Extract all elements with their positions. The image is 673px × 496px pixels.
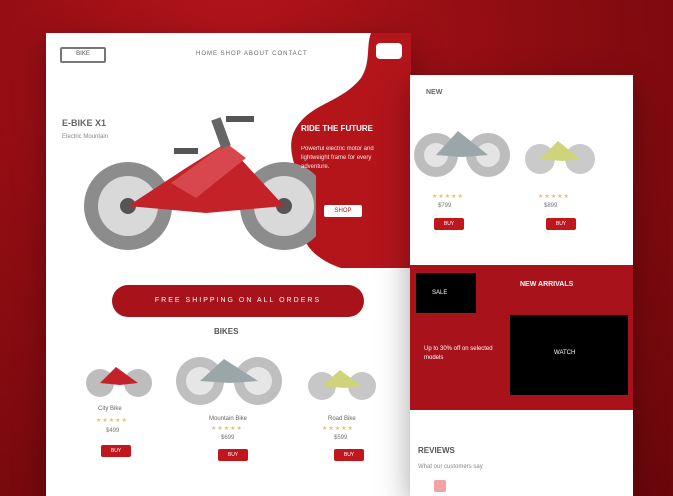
promo-banner[interactable]: FREE SHIPPING ON ALL ORDERS — [112, 285, 364, 317]
rating-stars: ★★★★★ — [96, 418, 128, 424]
promo-dark-label: SALE — [432, 290, 448, 296]
hero-title: RIDE THE FUTURE — [301, 124, 373, 133]
hero-bike-image — [84, 116, 316, 250]
presentation-background: BIKE HOME SHOP ABOUT CONTACT E-BIKE X1 E… — [0, 0, 673, 496]
buy-button[interactable]: BUY — [334, 449, 364, 461]
rating-stars: ★★★★★ — [211, 426, 243, 432]
rating-stars: ★★★★★ — [322, 426, 354, 432]
side-section-title: NEW — [426, 89, 443, 96]
product-price: $499 — [106, 428, 120, 434]
main-page-mockup: BIKE HOME SHOP ABOUT CONTACT E-BIKE X1 E… — [46, 33, 411, 496]
bottom-section-desc: What our customers say — [418, 464, 483, 470]
promo-heading: NEW ARRIVALS — [520, 281, 574, 288]
promo-dark-tile[interactable]: SALE — [416, 273, 476, 313]
promo-banner-text: FREE SHIPPING ON ALL ORDERS — [154, 297, 322, 304]
promo-text: Up to 30% off on selected models — [424, 346, 493, 361]
product-name[interactable]: Road Bike — [328, 415, 356, 423]
product-price: $599 — [334, 435, 348, 441]
buy-button[interactable]: BUY — [546, 218, 576, 230]
rating-stars: ★★★★★ — [432, 194, 464, 200]
products-section-title: BIKES — [214, 327, 239, 336]
rating-stars: ★★★★★ — [538, 194, 570, 200]
buy-button[interactable]: BUY — [434, 218, 464, 230]
hero-description: Powerful electric motor and lightweight … — [301, 146, 374, 170]
product-image — [525, 141, 595, 174]
product-price: $799 — [438, 203, 452, 209]
promo-panel: SALE NEW ARRIVALS Up to 30% off on selec… — [410, 265, 633, 410]
bottom-section-title: REVIEWS — [418, 446, 455, 455]
site-logo[interactable]: BIKE — [60, 47, 106, 63]
product-price: $899 — [544, 203, 558, 209]
product-name[interactable]: City Bike — [98, 405, 122, 413]
buy-button[interactable]: BUY — [218, 449, 248, 461]
product-name[interactable]: Mountain Bike — [209, 415, 247, 423]
product-image — [176, 357, 282, 405]
product-image — [308, 370, 376, 400]
promo-video[interactable]: WATCH — [510, 315, 628, 395]
cart-button[interactable] — [376, 43, 402, 59]
product-image — [414, 131, 510, 177]
product-price: $699 — [221, 435, 235, 441]
product-image — [86, 367, 152, 397]
bottom-badge — [434, 480, 446, 492]
video-label: WATCH — [554, 350, 576, 356]
hero-shop-button[interactable]: SHOP — [324, 205, 362, 217]
secondary-page-mockup: NEW ★★★★★ $799 BUY ★★★★★ $899 BUY SALE N… — [410, 75, 633, 496]
buy-button[interactable]: BUY — [101, 445, 131, 457]
